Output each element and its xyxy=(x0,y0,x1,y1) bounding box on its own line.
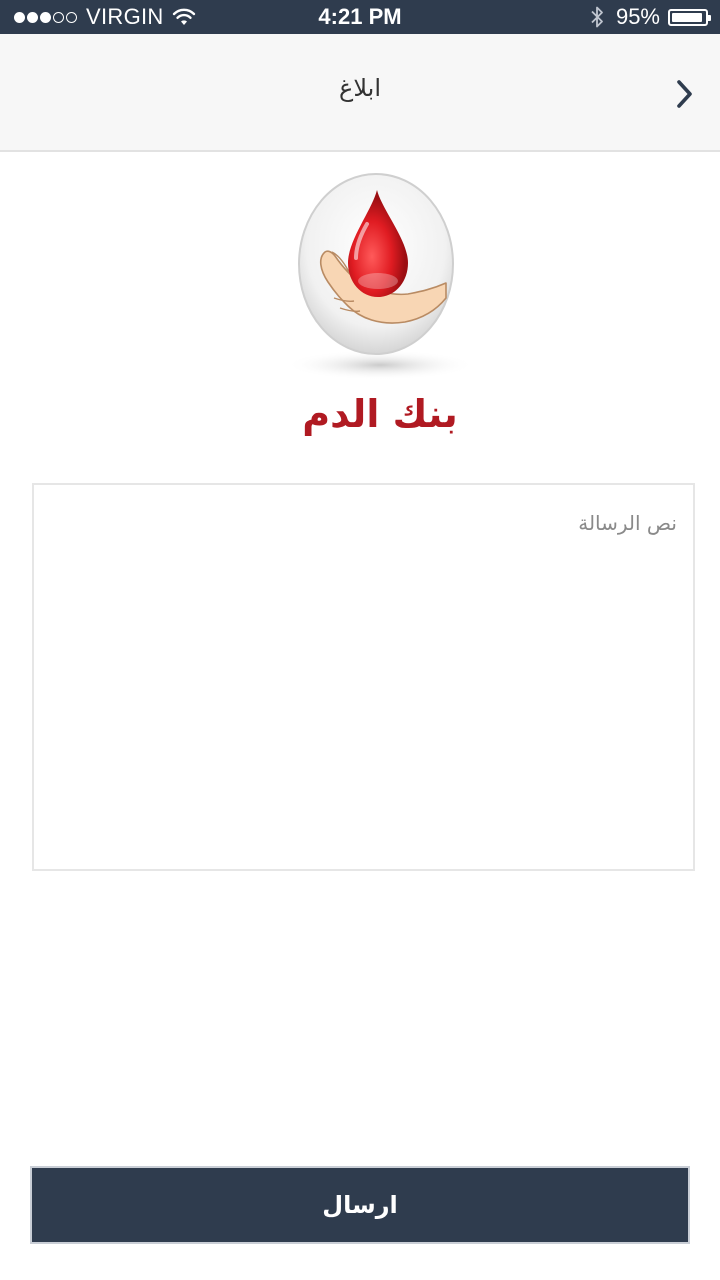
navigation-bar: ابلاغ xyxy=(0,34,720,152)
battery-icon xyxy=(668,8,711,26)
message-text-area-container xyxy=(32,483,695,871)
blood-drop-hand-icon xyxy=(285,173,475,380)
chevron-right-icon xyxy=(677,80,692,108)
battery-percentage: 95% xyxy=(615,4,660,29)
message-text-area[interactable] xyxy=(34,485,693,869)
battery-tip xyxy=(708,14,711,21)
app-logo: بنك الدم xyxy=(280,170,480,440)
logo-text: بنك الدم xyxy=(302,392,458,436)
send-button-label: ارسال xyxy=(322,1191,398,1219)
status-bar-right: 95% xyxy=(590,0,711,34)
back-button[interactable] xyxy=(670,74,700,114)
status-bar: VIRGIN 4:21 PM 95% xyxy=(0,0,720,34)
battery-level-fill xyxy=(672,12,703,22)
page-title: ابلاغ xyxy=(339,74,381,102)
send-button[interactable]: ارسال xyxy=(30,1166,690,1244)
bluetooth-icon xyxy=(590,5,604,29)
